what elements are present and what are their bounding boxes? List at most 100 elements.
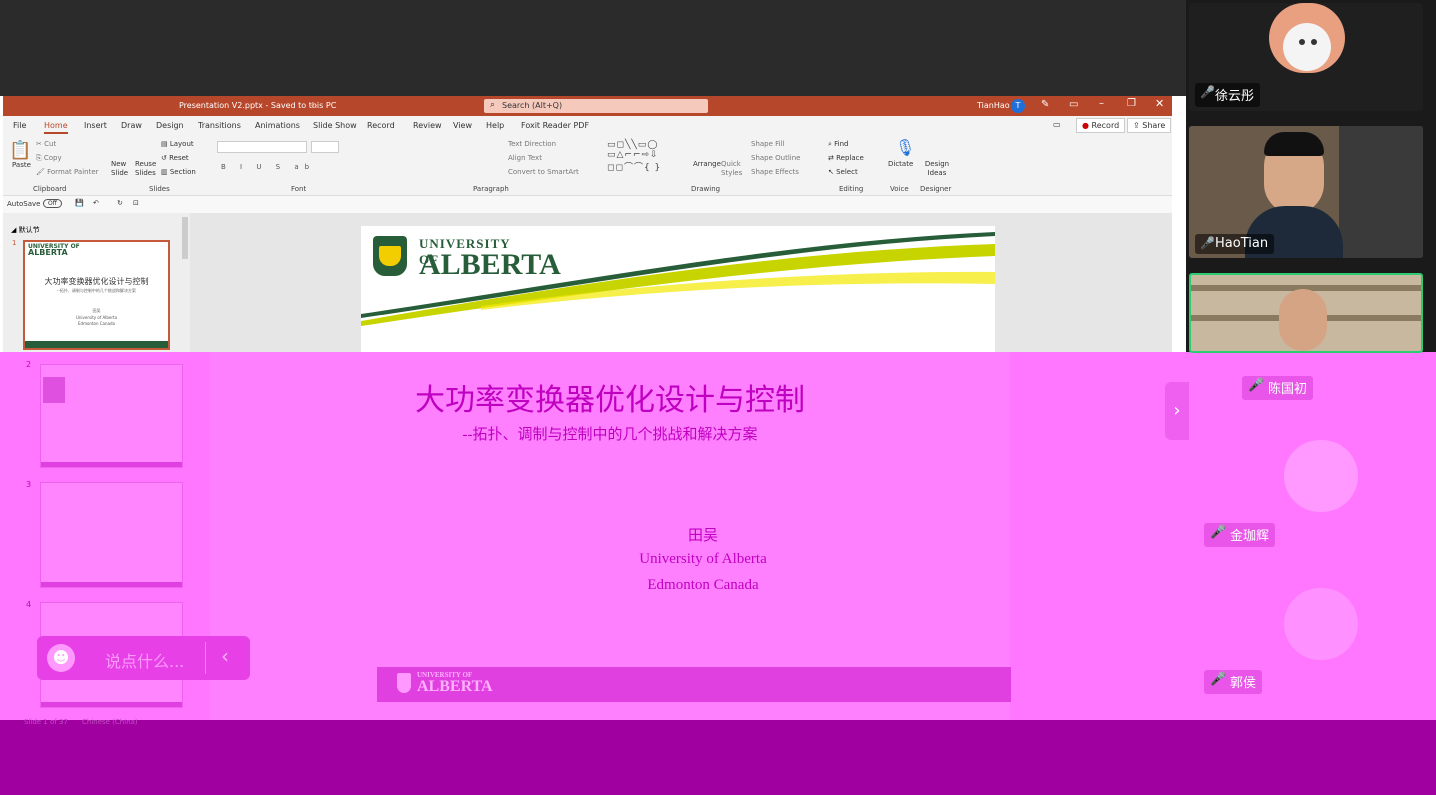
microphone-icon[interactable]: 🎙 — [895, 138, 915, 157]
arrange-button[interactable]: Arrange — [693, 160, 721, 168]
powerpoint-title-bar: Presentation V2.pptx - Saved to this PC … — [3, 96, 1172, 116]
slide-author: 田吴 — [687, 528, 718, 544]
slide-number: 2 — [26, 360, 32, 369]
participant-tile-3[interactable] — [1189, 273, 1423, 353]
tab-insert[interactable]: Insert — [84, 121, 107, 130]
shape-fill-button[interactable]: Shape Fill — [751, 140, 785, 148]
autosave-toggle[interactable]: Off — [43, 199, 62, 208]
avatar[interactable]: T — [1011, 99, 1025, 113]
footer-crest-icon — [397, 673, 411, 693]
find-button[interactable]: ⌕ Find — [828, 140, 849, 149]
tab-review[interactable]: Review — [413, 121, 442, 130]
convert-smartart-button[interactable]: Convert to SmartArt — [508, 168, 579, 176]
tab-view[interactable]: View — [453, 121, 472, 130]
participant-face — [1279, 289, 1327, 351]
layout-button[interactable]: ▤ Layout — [161, 140, 194, 148]
ribbon-display-icon[interactable]: ▭ — [1069, 99, 1078, 110]
tab-help[interactable]: Help — [486, 121, 504, 130]
cut-button[interactable]: ✂ Cut — [36, 140, 56, 148]
emoji-icon[interactable]: ☻ — [47, 644, 75, 672]
avatar — [1284, 440, 1358, 512]
thumbnail-scrollbar[interactable] — [182, 217, 188, 259]
replace-button[interactable]: ⇄ Replace — [828, 154, 864, 162]
new-slide-button[interactable]: New Slide — [111, 160, 131, 178]
share-button[interactable]: ⇪ Share — [1127, 118, 1172, 133]
participant-panel: 🎤 徐云彤 🎤 HaoTian — [1186, 0, 1436, 353]
slide-number: 1 — [12, 239, 17, 247]
slide-thumbnail-3[interactable] — [40, 482, 183, 588]
slide-number: 3 — [26, 480, 32, 489]
slide-thumbnail-1[interactable]: UNIVERSITY OF ALBERTA 大功率变换器优化设计与控制 --拓扑、… — [23, 240, 170, 350]
clipboard-group-label: Clipboard — [33, 185, 67, 193]
design-ideas-button[interactable]: Design Ideas — [924, 160, 950, 178]
pen-icon[interactable]: ✎ — [1041, 99, 1049, 110]
slide-canvas[interactable]: UNIVERSITY OF ALBERTA — [361, 226, 995, 352]
tab-slide-show[interactable]: Slide Show — [313, 121, 357, 130]
restore-icon[interactable]: ❐ — [1127, 98, 1136, 109]
slide-footer-bar: UNIVERSITY OF ALBERTA — [377, 667, 1011, 702]
slide-number: 4 — [26, 600, 32, 609]
shape-effects-button[interactable]: Shape Effects — [751, 168, 799, 176]
reset-button[interactable]: ↺ Reset — [161, 154, 189, 162]
tab-foxit[interactable]: Foxit Reader PDF — [521, 121, 589, 130]
decorative-swoosh — [361, 232, 995, 326]
voice-group-label: Voice — [890, 185, 909, 193]
participant-name: 🎤 徐云彤 — [1195, 83, 1261, 107]
close-icon[interactable]: ✕ — [1155, 97, 1164, 110]
footer-alberta: ALBERTA — [417, 678, 493, 695]
undo-icon[interactable]: ↶ — [93, 199, 99, 207]
share-icon: ⇪ — [1133, 121, 1140, 130]
shape-outline-button[interactable]: Shape Outline — [751, 154, 800, 162]
format-painter-button[interactable]: 🖌 Format Painter — [36, 168, 99, 176]
copy-button[interactable]: ⎘ Copy — [36, 154, 62, 163]
slide-thumbnail-2[interactable] — [40, 364, 183, 468]
record-dot-icon: ● — [1082, 121, 1089, 130]
font-format-buttons[interactable]: B I U S ab — [221, 163, 315, 171]
tab-draw[interactable]: Draw — [121, 121, 142, 130]
participant-tile-2[interactable]: 🎤 HaoTian — [1189, 126, 1423, 258]
section-button[interactable]: ▥ Section — [161, 168, 196, 176]
search-input[interactable]: ⌕ Search (Alt+Q) — [484, 99, 708, 113]
paste-icon[interactable]: 📋 — [9, 140, 31, 161]
reuse-slides-button[interactable]: Reuse Slides — [135, 160, 159, 178]
paste-button[interactable]: Paste — [12, 161, 31, 169]
align-text-button[interactable]: Align Text — [508, 154, 542, 162]
chevron-down-icon[interactable]: ⌵ — [311, 101, 317, 111]
mic-icon: 🎤 — [1200, 236, 1215, 250]
avatar — [1269, 3, 1345, 73]
quick-styles-button[interactable]: Quick Styles — [721, 160, 749, 178]
participant-name: 🎤 金珈辉 — [1204, 523, 1276, 547]
shapes-gallery[interactable]: ▭◻╲╲▭◯ ▭△⌐⌐⇨⇩ ◻◻⌒⌒{ } — [607, 140, 661, 173]
redo-icon[interactable]: ↻ — [117, 199, 123, 207]
muted-mic-icon: 🎤 — [1200, 85, 1215, 99]
chevron-left-icon[interactable]: ‹ — [221, 644, 229, 668]
tab-home[interactable]: Home — [44, 121, 68, 134]
tab-transitions[interactable]: Transitions — [198, 121, 241, 130]
text-direction-button[interactable]: Text Direction — [508, 140, 556, 148]
font-size-select[interactable] — [311, 141, 339, 153]
chat-input[interactable]: ☻ 说点什么... ‹ — [37, 636, 250, 680]
thumb-title: 大功率变换器优化设计与控制 — [44, 277, 149, 286]
start-slideshow-icon[interactable]: ⊡ — [133, 199, 139, 207]
search-icon: ⌕ — [490, 100, 496, 110]
comment-icon[interactable]: ▭ — [1053, 120, 1061, 129]
minimize-icon[interactable]: – — [1099, 98, 1104, 109]
select-button[interactable]: ↖ Select — [828, 168, 858, 176]
participant-name: 🎤 HaoTian — [1195, 234, 1275, 254]
tab-design[interactable]: Design — [156, 121, 184, 130]
muted-mic-icon: 🎤 — [1210, 525, 1227, 540]
thumb-subtitle: --拓扑、调制与控制中的几个挑战和解决方案 — [57, 288, 136, 293]
record-button[interactable]: ● Record — [1076, 118, 1126, 133]
tab-animations[interactable]: Animations — [255, 121, 300, 130]
tab-file[interactable]: File — [13, 121, 26, 130]
dictate-button[interactable]: Dictate — [888, 160, 913, 168]
section-header[interactable]: ◢ 默认节 — [11, 225, 40, 235]
participant-tile-1[interactable]: 🎤 徐云彤 — [1189, 3, 1423, 111]
save-icon[interactable]: 💾 — [75, 199, 84, 207]
avatar — [1284, 588, 1358, 660]
tab-record[interactable]: Record — [367, 121, 395, 130]
font-name-select[interactable] — [217, 141, 307, 153]
slide-subtitle: --拓扑、调制与控制中的几个挑战和解决方案 — [462, 427, 758, 443]
status-language[interactable]: Chinese (China) — [82, 718, 138, 726]
chevron-right-icon[interactable]: › — [1165, 382, 1189, 440]
